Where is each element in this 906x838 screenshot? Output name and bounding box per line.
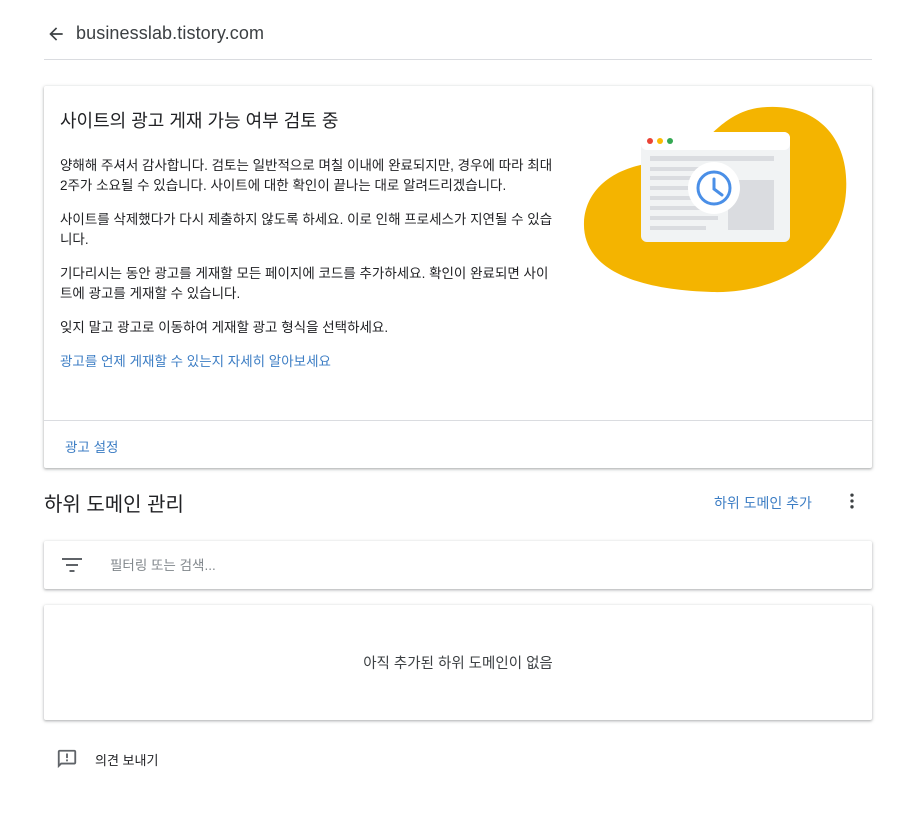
window-dot-red xyxy=(647,138,653,144)
review-status-card: 사이트의 광고 게재 가능 여부 검토 중 양해해 주셔서 감사합니다. 검토는… xyxy=(44,86,872,468)
filter-list-icon[interactable] xyxy=(62,555,82,575)
filter-search-input[interactable] xyxy=(108,556,712,574)
more-options-button[interactable] xyxy=(840,489,864,513)
empty-state-message: 아직 추가된 하위 도메인이 없음 xyxy=(363,656,553,672)
review-paragraph-4: 잊지 말고 광고로 이동하여 게재할 광고 형식을 선택하세요. xyxy=(60,320,389,335)
review-paragraph-3: 기다리시는 동안 광고를 게재할 모든 페이지에 코드를 추가하세요. 확인이 … xyxy=(60,266,549,301)
browser-clock-illustration xyxy=(583,106,847,293)
window-dot-green xyxy=(667,138,673,144)
window-dot-yellow xyxy=(657,138,663,144)
send-feedback-button[interactable]: 의견 보내기 xyxy=(56,748,158,770)
top-header: businesslab.tistory.com xyxy=(44,14,872,60)
site-domain-title: businesslab.tistory.com xyxy=(76,23,265,43)
review-paragraph-1: 양해해 주셔서 감사합니다. 검토는 일반적으로 며칠 이내에 완료되지만, 경… xyxy=(60,158,553,193)
ad-settings-link[interactable]: 광고 설정 xyxy=(65,436,118,456)
review-card-footer: 광고 설정 xyxy=(44,420,872,468)
add-subdomain-button[interactable]: 하위 도메인 추가 xyxy=(714,493,812,513)
subdomain-empty-state: 아직 추가된 하위 도메인이 없음 xyxy=(44,605,872,720)
review-paragraph-2: 사이트를 삭제했다가 다시 제출하지 않도록 하세요. 이로 인해 프로세스가 … xyxy=(60,212,553,247)
more-vert-icon xyxy=(850,493,854,509)
review-card-body: 사이트의 광고 게재 가능 여부 검토 중 양해해 주셔서 감사합니다. 검토는… xyxy=(60,108,560,372)
subdomain-section-title: 하위 도메인 관리 xyxy=(44,494,184,516)
subdomain-filter-bar xyxy=(44,541,872,589)
back-button[interactable] xyxy=(44,22,68,46)
arrow-back-icon xyxy=(49,26,63,41)
learn-more-link[interactable]: 광고를 언제 게재할 수 있는지 자세히 알아보세요 xyxy=(60,352,560,372)
feedback-icon xyxy=(57,749,77,769)
feedback-label: 의견 보내기 xyxy=(95,752,159,768)
review-card-title: 사이트의 광고 게재 가능 여부 검토 중 xyxy=(60,111,339,131)
